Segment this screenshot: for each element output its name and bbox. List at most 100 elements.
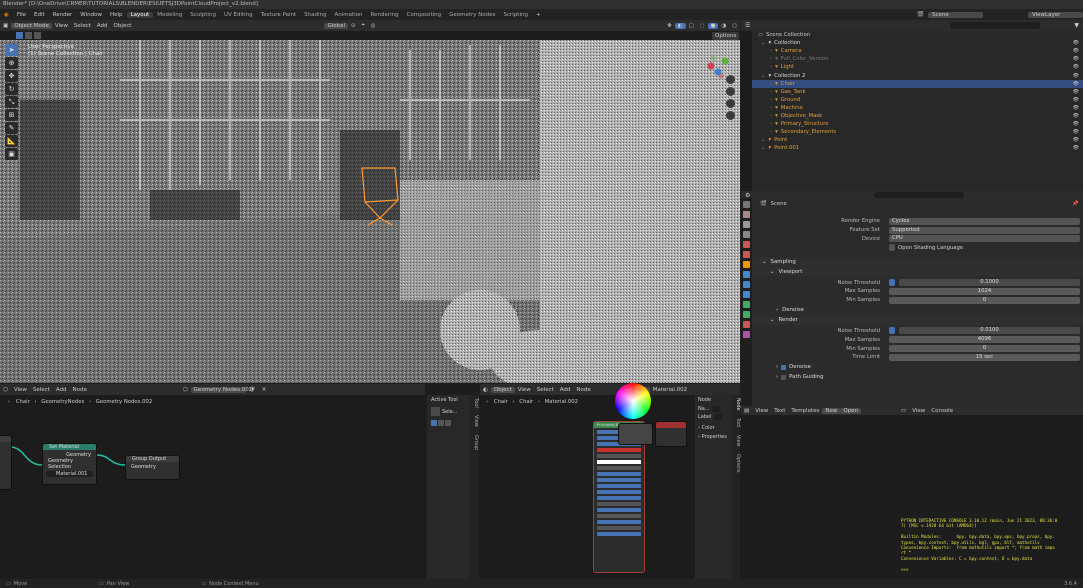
menu-edit[interactable]: Edit xyxy=(30,12,49,18)
geo-editor-type-icon[interactable]: ⬡ xyxy=(0,387,11,393)
expand-arrow-icon[interactable]: › xyxy=(770,81,772,87)
proportional-icon[interactable]: ◎ xyxy=(368,23,379,29)
text-editor-type-icon[interactable]: ▤ xyxy=(741,408,752,414)
tool-tab-icon[interactable] xyxy=(743,201,750,208)
geometry-node-editor[interactable]: › Chair › GeometryNodes › Geometry Nodes… xyxy=(0,395,425,579)
te-menu-templates[interactable]: Templates xyxy=(788,408,822,414)
vp-menu-object[interactable]: Object xyxy=(111,23,135,29)
te-menu-text[interactable]: Text xyxy=(771,408,788,414)
outliner-item[interactable]: ⌄ ▾ Collection 2 👁 xyxy=(752,71,1083,79)
geo-menu-select[interactable]: Select xyxy=(30,387,53,393)
viewport-options-button[interactable]: Options xyxy=(712,32,740,40)
r-noise-field[interactable]: 0.0100 xyxy=(899,327,1080,335)
outliner-item[interactable]: › ▾ Light 👁 xyxy=(752,63,1083,71)
group-input-node[interactable] xyxy=(0,435,12,490)
pan-icon[interactable] xyxy=(726,87,735,96)
visibility-eye-icon[interactable]: 👁 xyxy=(1073,121,1079,127)
tab-animation[interactable]: Animation xyxy=(330,12,366,18)
tab-sculpting[interactable]: Sculpting xyxy=(186,12,220,18)
outliner-item[interactable]: ⌄ ▾ Collection 👁 xyxy=(752,39,1083,47)
geo-mode-sub-icon[interactable] xyxy=(445,420,451,426)
select-extend-icon[interactable] xyxy=(25,32,32,39)
filter-icon[interactable]: ▼ xyxy=(1070,22,1083,29)
text-editor-area[interactable] xyxy=(741,415,898,580)
vp-min-field[interactable]: 0 xyxy=(889,296,1080,304)
geo-tab-group[interactable]: Group xyxy=(473,432,479,453)
sh-tab-node[interactable]: Node xyxy=(735,395,740,414)
overlay-icon[interactable]: ◐ xyxy=(674,22,686,29)
view-layer-tab-icon[interactable] xyxy=(743,231,750,238)
vp-menu-add[interactable]: Add xyxy=(94,23,111,29)
snap-icon[interactable]: ⌖ xyxy=(359,22,368,29)
object-tab-icon[interactable] xyxy=(743,261,750,268)
visibility-eye-icon[interactable]: 👁 xyxy=(1073,89,1079,95)
sh-menu-view[interactable]: View xyxy=(515,387,534,393)
outliner-item[interactable]: › ▾ Chair 👁 xyxy=(752,79,1083,88)
tab-modeling[interactable]: Modeling xyxy=(153,12,186,18)
visibility-eye-icon[interactable]: 👁 xyxy=(1073,40,1079,46)
mode-selector[interactable]: Object Mode xyxy=(11,22,52,29)
annotate-tool-icon[interactable]: ✎ xyxy=(5,122,18,134)
active-tool-row[interactable]: Sele... xyxy=(427,405,469,418)
render-tab-icon[interactable] xyxy=(743,211,750,218)
set-material-selection-socket[interactable]: Selection xyxy=(43,464,96,470)
data-tab-icon[interactable] xyxy=(743,311,750,318)
outliner-search-input[interactable] xyxy=(950,22,1041,29)
geo-menu-add[interactable]: Add xyxy=(53,387,70,393)
visibility-eye-icon[interactable]: 👁 xyxy=(1073,137,1079,143)
open-text-button[interactable]: Open xyxy=(840,407,862,414)
tab-scripting[interactable]: Scripting xyxy=(500,12,532,18)
render-engine-dropdown[interactable]: Cycles xyxy=(889,217,1080,225)
path-guiding-checkbox[interactable] xyxy=(781,374,787,380)
te-menu-view[interactable]: View xyxy=(752,408,771,414)
select-subtract-icon[interactable] xyxy=(34,32,41,39)
geo-menu-node[interactable]: Node xyxy=(70,387,90,393)
vp-noise-field[interactable]: 0.1000 xyxy=(899,279,1080,287)
osl-checkbox[interactable] xyxy=(889,244,895,252)
unlink-icon[interactable]: ✕ xyxy=(259,387,270,393)
blender-logo-icon[interactable]: ◉ xyxy=(0,12,13,18)
shading-render-icon[interactable]: ○ xyxy=(729,23,740,29)
3d-viewport[interactable] xyxy=(0,40,740,383)
color-section[interactable]: › Color xyxy=(695,421,732,432)
shading-solid-icon[interactable]: ● xyxy=(707,22,719,29)
material-selector[interactable]: Material.002 xyxy=(650,387,691,393)
geo-menu-view[interactable]: View xyxy=(11,387,30,393)
feature-set-dropdown[interactable]: Supported xyxy=(889,226,1080,234)
outliner-item[interactable]: › ▾ Ground 👁 xyxy=(752,96,1083,104)
add-cube-tool-icon[interactable]: ▣ xyxy=(5,148,18,160)
view-layer-selector[interactable]: ViewLayer xyxy=(1028,11,1083,18)
tab-rendering[interactable]: Rendering xyxy=(367,12,403,18)
sh-tab-view[interactable]: View xyxy=(735,432,740,449)
ortho-toggle-icon[interactable] xyxy=(726,111,735,120)
expand-arrow-icon[interactable]: › xyxy=(770,64,772,70)
geo-tab-tool[interactable]: Tool xyxy=(473,395,479,411)
r-time-field[interactable]: 15 sec xyxy=(889,353,1080,361)
visibility-eye-icon[interactable]: 👁 xyxy=(1073,73,1079,79)
material-tab-icon[interactable] xyxy=(743,321,750,328)
console-menu-view[interactable]: View xyxy=(909,408,928,414)
outliner-item[interactable]: › ▾ Objective_Mask 👁 xyxy=(752,112,1083,120)
vp-menu-view[interactable]: View xyxy=(52,23,71,29)
material-output-node[interactable] xyxy=(655,421,687,447)
texture-tab-icon[interactable] xyxy=(743,331,750,338)
expand-arrow-icon[interactable]: ⌄ xyxy=(761,73,765,79)
python-console[interactable]: PYTHON INTERACTIVE CONSOLE 3.10.12 (main… xyxy=(898,415,1083,580)
visibility-eye-icon[interactable]: 👁 xyxy=(1073,113,1079,119)
expand-arrow-icon[interactable]: › xyxy=(770,89,772,95)
console-menu-console[interactable]: Console xyxy=(928,408,956,414)
tab-compositing[interactable]: Compositing xyxy=(403,12,445,18)
world-tab-icon[interactable] xyxy=(743,251,750,258)
outliner-item[interactable]: › ▾ Secondary_Elements 👁 xyxy=(752,128,1083,136)
particles-tab-icon[interactable] xyxy=(743,281,750,288)
menu-file[interactable]: File xyxy=(13,12,30,18)
device-dropdown[interactable]: CPU xyxy=(889,235,1080,243)
sh-menu-node[interactable]: Node xyxy=(573,387,593,393)
scene-selector[interactable]: Scene xyxy=(928,11,983,18)
pin-icon[interactable]: 📌 xyxy=(1072,201,1079,207)
outliner-item[interactable]: ⌄ ▾ Point 👁 xyxy=(752,136,1083,144)
menu-window[interactable]: Window xyxy=(76,12,106,18)
shader-type-selector[interactable]: Object xyxy=(490,386,515,393)
sh-menu-add[interactable]: Add xyxy=(557,387,574,393)
menu-render[interactable]: Render xyxy=(49,12,77,18)
